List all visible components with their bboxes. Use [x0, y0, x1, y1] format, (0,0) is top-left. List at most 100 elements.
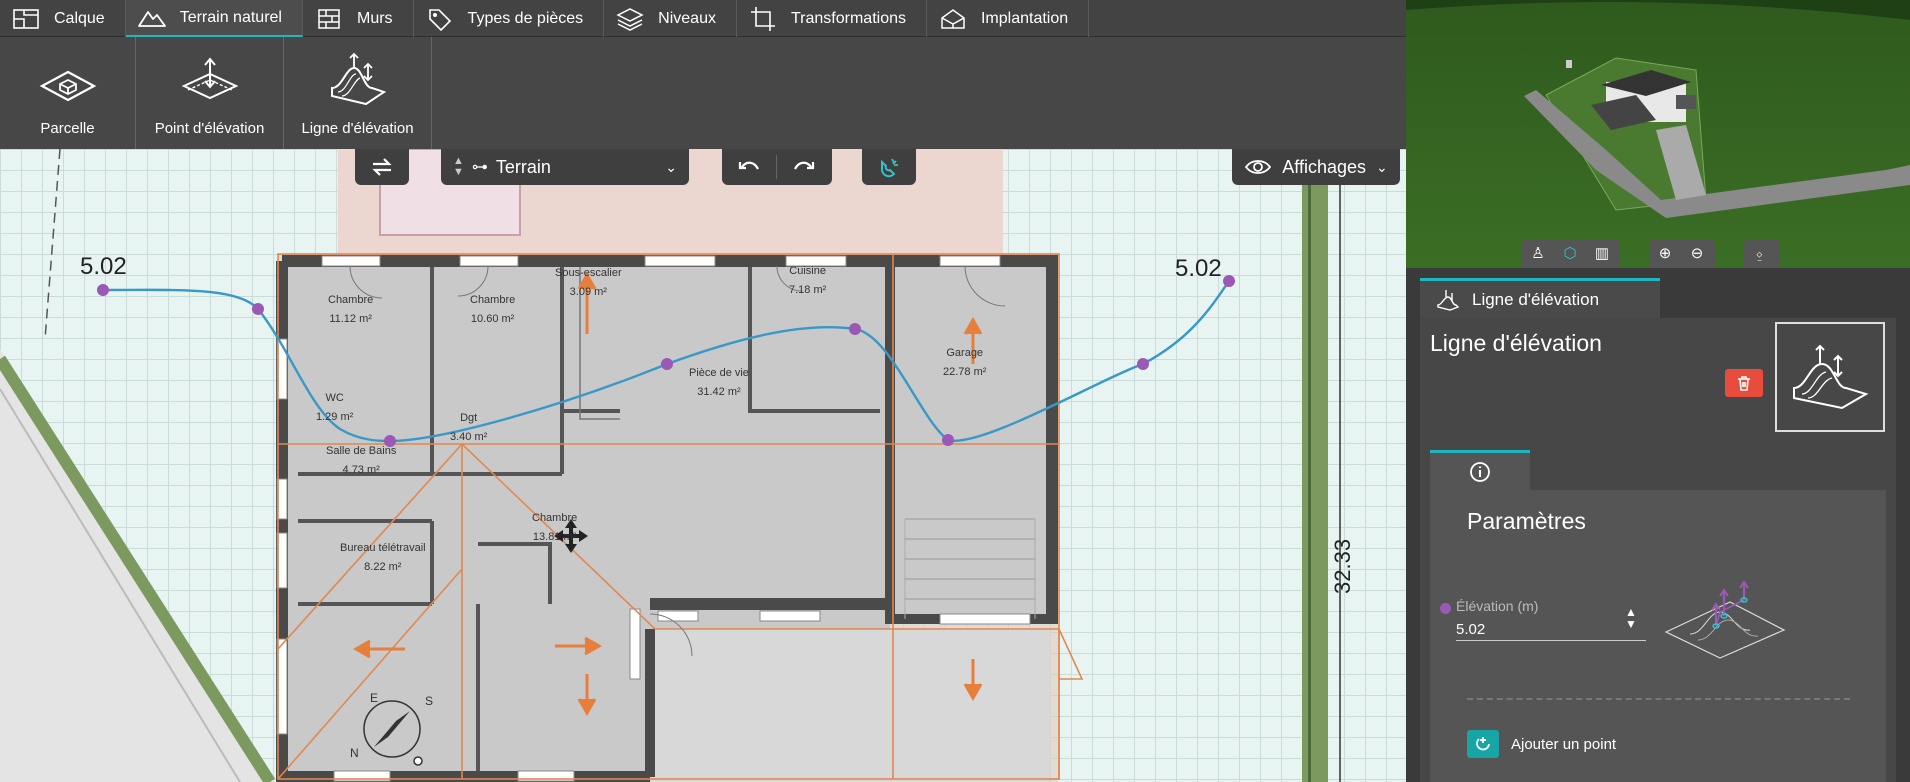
room-label: Salle de Bains 4.73 m²: [326, 445, 397, 476]
tab-implantation[interactable]: Implantation: [927, 0, 1090, 37]
ligne-elevation-label: Ligne d'élévation: [301, 120, 414, 137]
tab-transformations[interactable]: Transformations: [737, 0, 927, 37]
tab-label: Niveaux: [658, 9, 716, 27]
elevation-line-preview: [1775, 322, 1885, 432]
3d-view-icon: ⬡: [1563, 245, 1577, 262]
elevation-input[interactable]: [1456, 619, 1646, 641]
person-view-button[interactable]: ♙: [1522, 239, 1554, 267]
layers-stack-icon: [614, 6, 646, 32]
3d-view-button[interactable]: ⬡: [1554, 239, 1586, 267]
level-stepper-icon[interactable]: ▲ ▼: [453, 156, 464, 178]
person-view-icon: ♙: [1531, 245, 1545, 262]
elevation-stepper[interactable]: ▲ ▼: [1625, 606, 1637, 630]
elevation-label-right: 5.02: [1175, 255, 1222, 282]
room-label: Sous-escalier 3.09 m²: [555, 267, 622, 298]
undo-button[interactable]: [722, 149, 776, 185]
affichages-dropdown[interactable]: Affichages ⌄: [1232, 149, 1400, 185]
mouse-icon: ⍚: [1755, 244, 1765, 262]
level-select-value: Terrain: [495, 156, 551, 177]
tab-terrain-naturel[interactable]: Terrain naturel: [125, 0, 303, 37]
elevation-line-icon: [1437, 289, 1460, 311]
room-label: Chambre 13.81 m²: [532, 512, 578, 543]
delete-button[interactable]: [1725, 369, 1763, 397]
3d-scene: [1406, 0, 1910, 268]
info-icon: [1470, 461, 1490, 482]
add-point-label: Ajouter un point: [1511, 735, 1617, 753]
parcel-icon: [39, 70, 96, 102]
crop-transform-icon: [747, 6, 779, 32]
tab-label: Calque: [54, 9, 105, 27]
tab-label: Terrain naturel: [179, 8, 282, 26]
tab-label: Implantation: [980, 9, 1069, 27]
tab-types-de-pieces[interactable]: Types de pièces: [414, 0, 605, 37]
room-label: Dgt 3.40 m²: [450, 412, 488, 443]
compass-south: S: [425, 694, 433, 708]
swap-button[interactable]: [355, 149, 409, 185]
room-label: Cuisine 7.18 m²: [789, 265, 827, 296]
step-down-icon[interactable]: ▼: [1625, 618, 1637, 630]
tab-label: Transformations: [790, 9, 906, 27]
dimension-label: 32.33: [1330, 538, 1355, 594]
panel-title: Ligne d'élévation: [1430, 330, 1602, 356]
chevron-down-icon: ⌄: [665, 158, 677, 175]
terrain-pin-icon: ⊶: [471, 159, 488, 176]
swap-toolbar: [355, 149, 409, 185]
redo-button[interactable]: [777, 149, 831, 185]
plan-view-icon: ▥: [1594, 245, 1610, 262]
elevation-line-icon: [330, 52, 386, 106]
affichages-label: Affichages: [1282, 156, 1366, 177]
parameters-section: Paramètres Élévation (m) ▲ ▼: [1430, 490, 1886, 782]
undo-icon: [738, 161, 759, 170]
tab-calque[interactable]: Calque: [0, 0, 126, 37]
parcelle-button[interactable]: Parcelle: [0, 37, 136, 149]
room-label: Bureau télétravail 8.22 m²: [340, 542, 426, 573]
zoom-toolbar: ⊕ ⊖: [1649, 239, 1715, 267]
plan-canvas[interactable]: E S N ▲ ▼ ⊶ Terrain ⌄ Affichages ⌄ 5.02 …: [0, 149, 1406, 782]
room-label: Garage 22.78 m²: [943, 347, 987, 378]
elevation-point-icon: [181, 57, 238, 100]
panel-tab-ligne-elevation[interactable]: Ligne d'élévation: [1420, 278, 1660, 318]
elevation-diagram-icon: [1664, 580, 1786, 659]
info-tab[interactable]: [1430, 450, 1530, 490]
room-label: Pièce de vie 31.42 m²: [689, 367, 749, 398]
magnet-icon: [880, 158, 898, 178]
add-point-icon: [1467, 730, 1499, 758]
elevation-line-icon: [1793, 344, 1869, 410]
zoom-out-icon: ⊖: [1690, 245, 1704, 262]
section-title: Paramètres: [1467, 508, 1586, 534]
tab-label: Types de pièces: [467, 9, 584, 27]
view-mode-toolbar: ♙ ⬡ ▥: [1522, 239, 1620, 267]
compass-east: E: [370, 691, 378, 705]
properties-panel: Ligne d'élévation Ligne d'élévation Para…: [1406, 268, 1910, 782]
eye-icon: [1245, 160, 1272, 174]
panel-tab-label: Ligne d'élévation: [1472, 289, 1600, 309]
separator: [1467, 698, 1850, 700]
level-select[interactable]: ▲ ▼ ⊶ Terrain ⌄: [441, 149, 689, 185]
plan-view-button[interactable]: ▥: [1586, 239, 1618, 267]
house-3d-icon: [937, 6, 969, 32]
compass-north: N: [350, 746, 359, 760]
tab-murs[interactable]: Murs: [303, 0, 414, 37]
zoom-out-button[interactable]: ⊖: [1681, 239, 1713, 267]
mountain-icon: [136, 5, 168, 31]
magnet-snap-button[interactable]: [862, 149, 916, 185]
mouse-mode-button[interactable]: ⍚: [1744, 239, 1776, 267]
trash-icon: [1738, 376, 1750, 391]
ligne-elevation-button[interactable]: Ligne d'élévation: [284, 37, 432, 149]
brick-wall-icon: [313, 6, 345, 32]
add-point-button[interactable]: Ajouter un point: [1467, 730, 1616, 758]
panel-body: Ligne d'élévation Paramètres Élévation (…: [1420, 318, 1896, 782]
app-window: Calque Terrain naturel Murs Types de piè…: [0, 0, 1910, 782]
point-elevation-button[interactable]: Point d'élévation: [136, 37, 284, 149]
elevation-field-label: Élévation (m): [1456, 598, 1539, 614]
3d-preview-viewport[interactable]: ♙ ⬡ ▥ ⊕ ⊖ ⍚: [1406, 0, 1910, 268]
zoom-in-button[interactable]: ⊕: [1649, 239, 1681, 267]
floor-plan-drawing: E S N: [0, 149, 1341, 782]
point-elevation-label: Point d'élévation: [154, 120, 265, 137]
magnet-toolbar: [862, 149, 916, 185]
point-color-indicator: [1440, 603, 1451, 614]
room-label: Chambre 10.60 m²: [470, 294, 516, 325]
tag-icon: [424, 6, 456, 32]
tab-niveaux[interactable]: Niveaux: [604, 0, 737, 37]
zoom-in-icon: ⊕: [1658, 245, 1672, 262]
